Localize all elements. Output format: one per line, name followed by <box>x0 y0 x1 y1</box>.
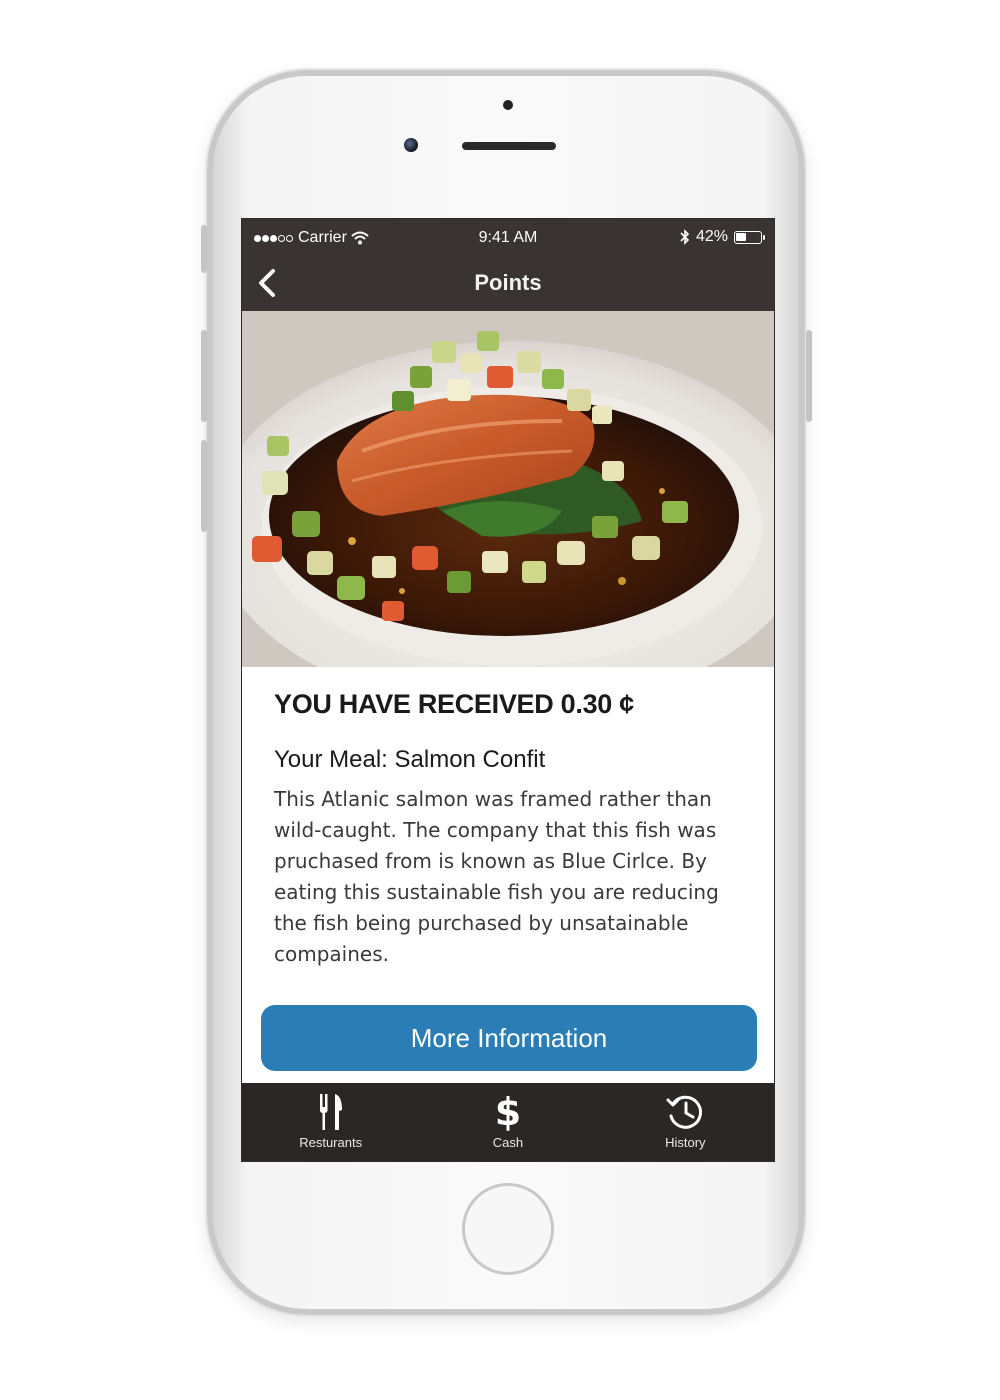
dollar-icon: $ <box>494 1090 522 1134</box>
status-bar: Carrier 9:41 AM 42% <box>242 219 774 255</box>
points-content: YOU HAVE RECEIVED 0.30 ¢ Your Meal: Salm… <box>274 689 752 970</box>
points-received-headline: YOU HAVE RECEIVED 0.30 ¢ <box>274 689 634 719</box>
battery-level-fill <box>736 232 746 241</box>
tab-history[interactable]: History <box>605 1083 765 1150</box>
home-button[interactable] <box>462 1183 554 1275</box>
meal-title: Your Meal: Salmon Confit <box>274 746 546 773</box>
tab-history-label: History <box>665 1135 706 1150</box>
tab-cash-label: Cash <box>492 1135 524 1150</box>
tab-cash[interactable]: $ Cash <box>428 1083 588 1150</box>
proximity-sensor <box>503 100 513 110</box>
status-right-group: 42% <box>680 228 765 246</box>
meal-description: This Atlanic salmon was framed rather th… <box>274 787 719 966</box>
history-clock-icon <box>666 1095 703 1129</box>
mute-switch <box>201 225 207 273</box>
tab-restaurants[interactable]: Resturants <box>251 1083 411 1150</box>
more-information-button[interactable]: More Information <box>261 1005 757 1071</box>
power-button <box>806 330 812 422</box>
page-title: Points <box>474 270 542 295</box>
volume-down-button <box>201 440 207 532</box>
battery-icon <box>734 230 765 244</box>
volume-up-button <box>201 330 207 422</box>
front-camera <box>404 138 418 152</box>
earpiece-speaker <box>462 142 556 150</box>
tab-bar: Resturants $ Cash History <box>242 1083 774 1161</box>
navigation-bar: Points <box>242 255 774 311</box>
food-illustration <box>242 311 774 667</box>
bluetooth-icon <box>680 229 690 245</box>
tab-restaurants-label: Resturants <box>299 1135 363 1150</box>
battery-percent: 42% <box>695 228 728 245</box>
stage: Carrier 9:41 AM 42% Points YOU HAVE RECE… <box>0 0 1000 1400</box>
phone-screen: Carrier 9:41 AM 42% Points YOU HAVE RECE… <box>241 218 775 1162</box>
salmon-dish-photo <box>242 311 774 667</box>
fork-knife-icon <box>319 1094 342 1130</box>
